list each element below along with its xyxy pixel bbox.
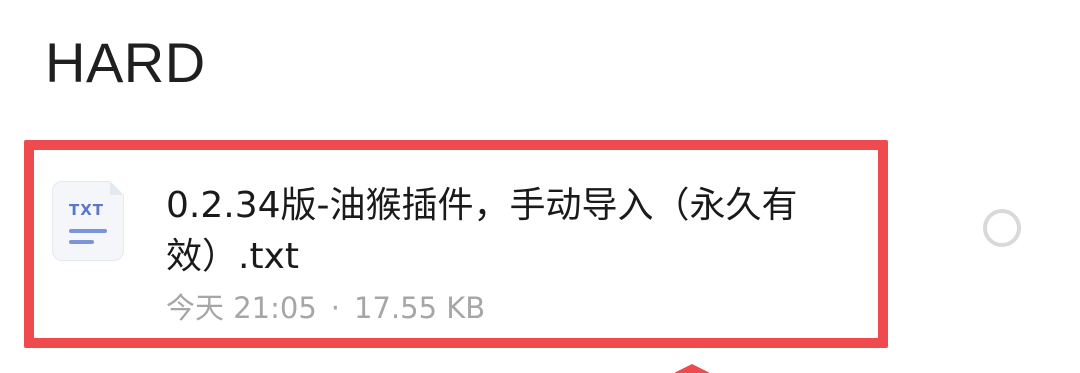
annotation-arrow-icon [668, 364, 716, 373]
txt-file-icon: TXT [52, 181, 124, 261]
file-icon-line [69, 229, 107, 233]
file-fold-corner [110, 181, 124, 195]
file-meta: 今天 21:05 · 17.55 KB [166, 285, 485, 327]
select-radio-button[interactable] [983, 209, 1021, 247]
file-date: 今天 21:05 [166, 291, 317, 325]
file-extension-label: TXT [69, 201, 105, 219]
section-title: HARD [45, 31, 206, 94]
file-name[interactable]: 0.2.34版-油猴插件，手动导入（永久有效）.txt [166, 180, 846, 282]
meta-separator: · [330, 291, 341, 325]
file-size: 17.55 KB [354, 291, 486, 325]
file-icon-line [69, 240, 94, 244]
file-list-page: HARD TXT 0.2.34版-油猴插件，手动导入（永久有效）.txt 今天 … [0, 0, 1080, 373]
